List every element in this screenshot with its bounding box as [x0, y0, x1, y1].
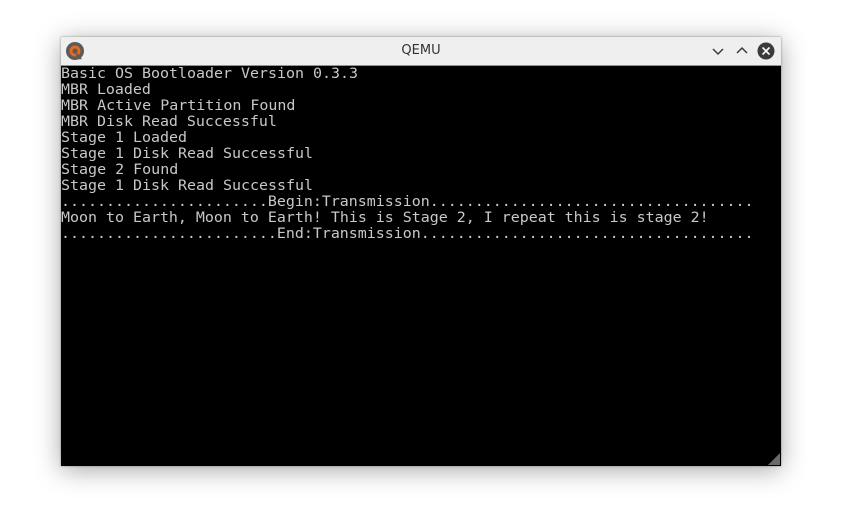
- console-line: MBR Active Partition Found: [61, 97, 296, 114]
- console-line: MBR Disk Read Successful: [61, 113, 277, 130]
- title-bar[interactable]: QEMU: [61, 37, 781, 66]
- chevron-down-icon: [712, 48, 724, 56]
- console-line: MBR Loaded: [61, 81, 151, 98]
- console-line: .......................Begin:Transmissio…: [61, 193, 754, 210]
- console-line: Basic OS Bootloader Version 0.3.3: [61, 66, 358, 82]
- maximize-button[interactable]: [733, 42, 751, 60]
- console-line: Stage 1 Disk Read Successful: [61, 177, 314, 194]
- qemu-window: QEMU Basic OS Bootloader Version 0.3.3 M…: [61, 37, 781, 466]
- chevron-up-icon: [736, 46, 748, 54]
- vga-console[interactable]: Basic OS Bootloader Version 0.3.3 MBR Lo…: [61, 66, 781, 466]
- console-line: Moon to Earth, Moon to Earth! This is St…: [61, 209, 709, 226]
- close-icon: [757, 42, 775, 60]
- console-line: ........................End:Transmission…: [61, 225, 754, 242]
- console-line: Stage 2 Found: [61, 161, 179, 178]
- resize-grip-icon[interactable]: [768, 453, 780, 465]
- window-title: QEMU: [401, 43, 441, 58]
- close-button[interactable]: [757, 42, 775, 60]
- console-line: Stage 1 Disk Read Successful: [61, 145, 314, 162]
- minimize-button[interactable]: [709, 42, 727, 60]
- console-line: Stage 1 Loaded: [61, 129, 188, 146]
